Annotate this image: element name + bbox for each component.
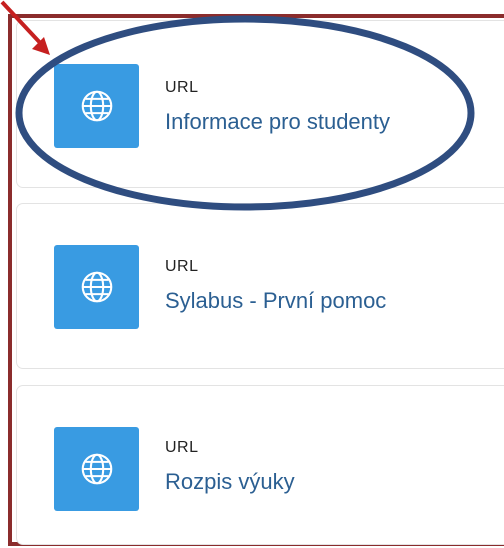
- url-activity-tile: [54, 427, 139, 511]
- activity-item-sylabus[interactable]: URL Sylabus - První pomoc: [16, 203, 504, 369]
- url-activity-tile: [54, 64, 139, 148]
- course-section: URL Informace pro studenty URL Sylabus -…: [0, 0, 504, 548]
- url-activity-tile: [54, 245, 139, 329]
- globe-icon: [81, 90, 112, 122]
- activity-link[interactable]: Sylabus - První pomoc: [165, 288, 386, 314]
- globe-icon: [81, 271, 112, 303]
- activity-link[interactable]: Informace pro studenty: [165, 109, 390, 135]
- activity-link[interactable]: Rozpis výuky: [165, 469, 295, 495]
- activity-type-label: URL: [165, 439, 199, 456]
- activity-type-label: URL: [165, 258, 199, 275]
- activity-item-rozpis[interactable]: URL Rozpis výuky: [16, 385, 504, 545]
- activity-item-informace[interactable]: URL Informace pro studenty: [16, 20, 504, 188]
- activity-type-label: URL: [165, 79, 199, 96]
- globe-icon: [81, 453, 112, 485]
